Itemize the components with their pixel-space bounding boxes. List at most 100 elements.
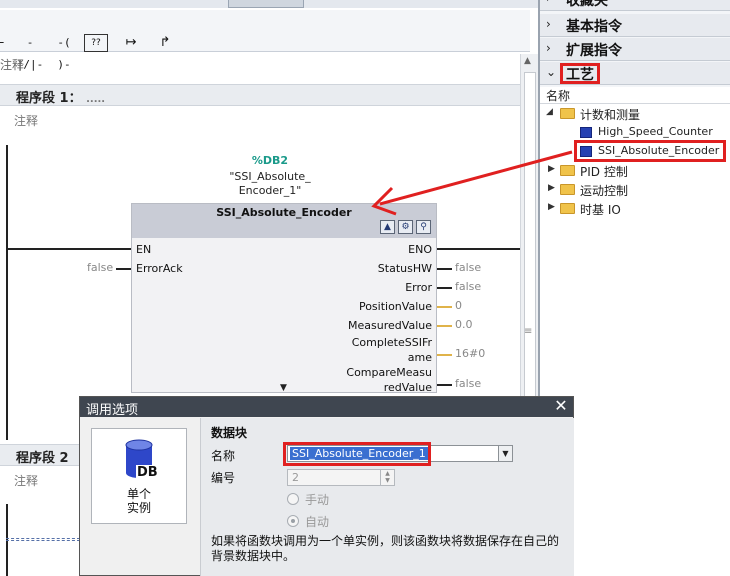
segment-1-comment[interactable]: 注释 — [14, 112, 38, 129]
pin-en: EN — [136, 243, 152, 256]
comment-top[interactable]: 注释 — [0, 56, 24, 73]
name-column-header[interactable]: 名称 — [540, 87, 730, 104]
auto-label: 自动 — [305, 515, 330, 529]
empty-box-icon[interactable]: ?? — [84, 34, 108, 52]
positionvalue-value[interactable]: 0 — [455, 299, 462, 312]
number-field[interactable]: 2 ▲ ▼ — [287, 469, 395, 486]
positionvalue-stub — [437, 306, 452, 308]
pin-eno: ENO — [408, 243, 432, 256]
power-rail — [6, 145, 8, 440]
function-block[interactable]: SSI_Absolute_Encoder ▲ ⚙ ⚲ EN ErrorAck E… — [131, 203, 437, 394]
favorites-tab[interactable] — [228, 0, 304, 8]
error-value[interactable]: false — [455, 280, 481, 293]
contact-no-icon[interactable]: -|/|- — [14, 32, 46, 71]
segment-1-dots: ..... — [86, 94, 106, 105]
category-extended-instructions[interactable]: › 扩展指令 — [540, 38, 730, 61]
ssi-encoder-highlight-box — [574, 140, 726, 162]
expand-down-icon[interactable]: ◢ — [546, 107, 553, 117]
chevron-down-icon: ⌄ — [546, 65, 557, 79]
pin-error: Error — [405, 281, 432, 294]
tree-label: 运动控制 — [580, 184, 629, 198]
tree-folder-time-io[interactable]: ▶ 时基 IO — [540, 199, 730, 218]
segment-1-title: 程序段 1： ..... — [16, 91, 106, 106]
chevron-right-icon: › — [546, 0, 551, 5]
name-label: 名称 — [211, 449, 236, 463]
errorack-stub — [116, 268, 131, 270]
number-field-value: 2 — [292, 471, 299, 484]
category-favorites[interactable]: › 收藏夹 — [540, 0, 730, 11]
completessiframe-value[interactable]: 16#0 — [455, 347, 485, 360]
function-block-name: SSI_Absolute_Encoder — [216, 206, 352, 219]
category-label: 扩展指令 — [566, 43, 622, 59]
pin-errorack: ErrorAck — [136, 262, 183, 275]
instruction-toolbar: – -|/|- -( )- ?? ↦ ↱ — [0, 10, 530, 71]
block-icon-1[interactable]: ▲ — [380, 220, 395, 234]
segment-1-header[interactable]: 程序段 1： ..... — [0, 84, 520, 106]
measuredvalue-stub — [437, 325, 452, 327]
errorack-value[interactable]: false — [87, 261, 113, 274]
measuredvalue-value[interactable]: 0.0 — [455, 318, 473, 331]
expand-arrow-icon[interactable]: ▼ — [280, 383, 287, 393]
split-handle-icon[interactable]: ≡ — [524, 326, 532, 337]
pin-comparemeasuredvalue: CompareMeasu redValue — [346, 366, 432, 394]
en-wire — [6, 248, 131, 250]
block-icon-2[interactable]: ⚙ — [398, 220, 413, 234]
radio-selected-dot — [291, 519, 295, 523]
dialog-description: 如果将函数块调用为一个单实例，则该函数块将数据保存在自己的背景数据块中。 — [211, 534, 560, 563]
pin-positionvalue: PositionValue — [358, 300, 432, 313]
coil-icon[interactable]: -( )- — [48, 32, 80, 71]
auto-radio[interactable] — [287, 515, 299, 527]
segment-2-title: 程序段 2 — [16, 451, 69, 466]
call-options-dialog: 调用选项 ✕ DB 单个 实例 数据块 名称 SSI_Absolute_Enco… — [79, 396, 574, 576]
error-stub — [437, 287, 452, 289]
category-technology[interactable]: ⌄ 工艺 — [540, 62, 730, 85]
segment-2-wire — [6, 538, 80, 541]
folder-icon — [560, 184, 575, 195]
scroll-up-icon[interactable]: ▲ — [524, 56, 531, 66]
single-instance-label: 单个 实例 — [126, 487, 151, 515]
expand-right-icon[interactable]: ▶ — [548, 164, 555, 174]
category-basic-instructions[interactable]: › 基本指令 — [540, 14, 730, 37]
comparemeasuredvalue-stub — [437, 384, 452, 386]
chevron-right-icon: › — [546, 17, 551, 31]
folder-icon — [560, 203, 575, 214]
completessiframe-stub — [437, 354, 452, 356]
folder-icon — [560, 165, 575, 176]
name-highlight-box — [283, 442, 431, 466]
number-spinner-icon[interactable]: ▲ ▼ — [380, 470, 394, 485]
tree-label: 计数和测量 — [580, 108, 641, 122]
instruction-tree: ◢ 计数和测量 High_Speed_Counter SSI_Absolute_… — [540, 104, 730, 224]
single-instance-option[interactable]: DB 单个 实例 — [91, 428, 187, 524]
close-icon[interactable]: ✕ — [553, 398, 569, 414]
data-block-section-title: 数据块 — [211, 426, 248, 440]
statushw-value[interactable]: false — [455, 261, 481, 274]
close-branch-icon[interactable]: ↱ — [150, 32, 180, 54]
manual-radio[interactable] — [287, 493, 299, 505]
block-icon-3[interactable]: ⚲ — [416, 220, 431, 234]
dialog-title-bar[interactable]: 调用选项 ✕ — [80, 397, 573, 418]
folder-icon — [560, 108, 575, 119]
tree-label: PID 控制 — [580, 165, 628, 179]
pin-completessiframe: CompleteSSIFr ame — [351, 336, 432, 364]
category-label: 基本指令 — [566, 19, 622, 35]
chevron-right-icon: › — [546, 41, 551, 55]
tree-folder-counting[interactable]: ◢ 计数和测量 — [540, 104, 730, 123]
db-icon-label: DB — [136, 465, 159, 480]
tree-folder-motion[interactable]: ▶ 运动控制 — [540, 180, 730, 199]
dialog-title: 调用选项 — [86, 403, 139, 418]
number-label: 编号 — [211, 471, 236, 485]
dropdown-arrow-icon[interactable]: ▼ — [498, 446, 512, 461]
pin-statushw: StatusHW — [377, 262, 432, 275]
tree-folder-pid[interactable]: ▶ PID 控制 — [540, 161, 730, 180]
tree-label: High_Speed_Counter — [598, 125, 713, 138]
open-branch-icon[interactable]: ↦ — [116, 32, 146, 54]
scroll-thumb[interactable] — [524, 72, 536, 402]
segment-2-comment[interactable]: 注释 — [14, 472, 38, 489]
editor-scrollbar[interactable]: ▲ — [520, 54, 538, 454]
expand-right-icon[interactable]: ▶ — [548, 202, 555, 212]
eno-wire — [437, 248, 520, 250]
instance-db-name[interactable]: "SSI_Absolute_ Encoder_1" — [226, 170, 314, 198]
pin-measuredvalue: MeasuredValue — [348, 319, 432, 332]
comparemeasuredvalue-value[interactable]: false — [455, 377, 481, 390]
expand-right-icon[interactable]: ▶ — [548, 183, 555, 193]
